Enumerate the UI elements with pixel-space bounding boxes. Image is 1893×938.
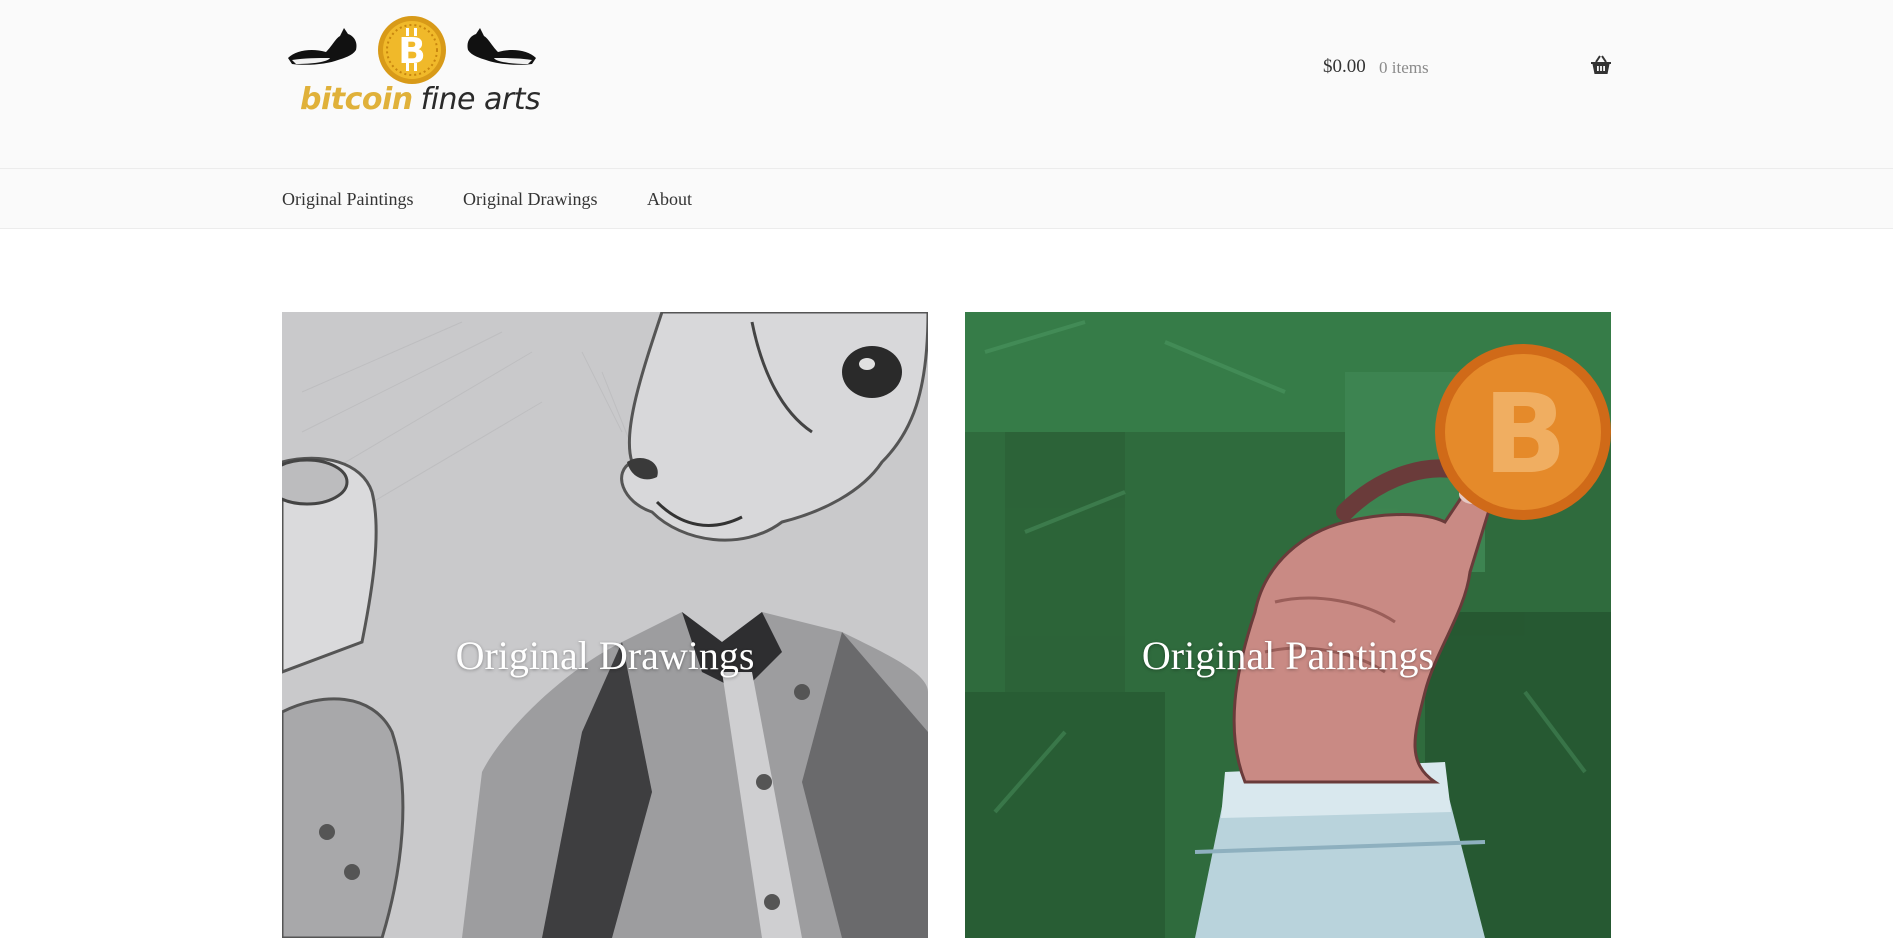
tile-label-original-paintings: Original Paintings xyxy=(1141,633,1435,678)
logo-wordmark: bitcoin fine arts xyxy=(300,82,541,117)
svg-text:B: B xyxy=(398,31,425,72)
svg-text:B: B xyxy=(1483,370,1567,498)
logo-word-bitcoin: bitcoin xyxy=(300,82,413,117)
site-logo[interactable]: B bitcoin fine arts xyxy=(282,14,542,122)
cart-amount: $0.00 xyxy=(1323,56,1366,77)
site-header: B bitcoin fine arts $0.00 0 items xyxy=(0,0,1893,168)
category-tile-original-paintings[interactable]: B Original Paintings xyxy=(965,312,1611,938)
nav-item-original-paintings[interactable]: Original Paintings xyxy=(282,189,414,210)
painting-image: B xyxy=(965,312,1611,938)
cart-summary[interactable]: $0.00 0 items xyxy=(1322,50,1612,84)
basket-icon[interactable] xyxy=(1590,55,1612,75)
category-tile-original-drawings[interactable]: Original Drawings xyxy=(282,312,928,938)
drawing-image xyxy=(282,312,928,938)
logo-mark-icon: B xyxy=(288,16,536,84)
primary-navigation: Original Paintings Original Drawings Abo… xyxy=(0,168,1893,229)
nav-item-original-drawings[interactable]: Original Drawings xyxy=(463,189,597,210)
tile-label-original-drawings: Original Drawings xyxy=(455,633,755,678)
nav-item-about[interactable]: About xyxy=(647,189,692,210)
logo-word-fine-arts: fine arts xyxy=(420,82,541,117)
cart-item-count: 0 items xyxy=(1379,58,1429,77)
